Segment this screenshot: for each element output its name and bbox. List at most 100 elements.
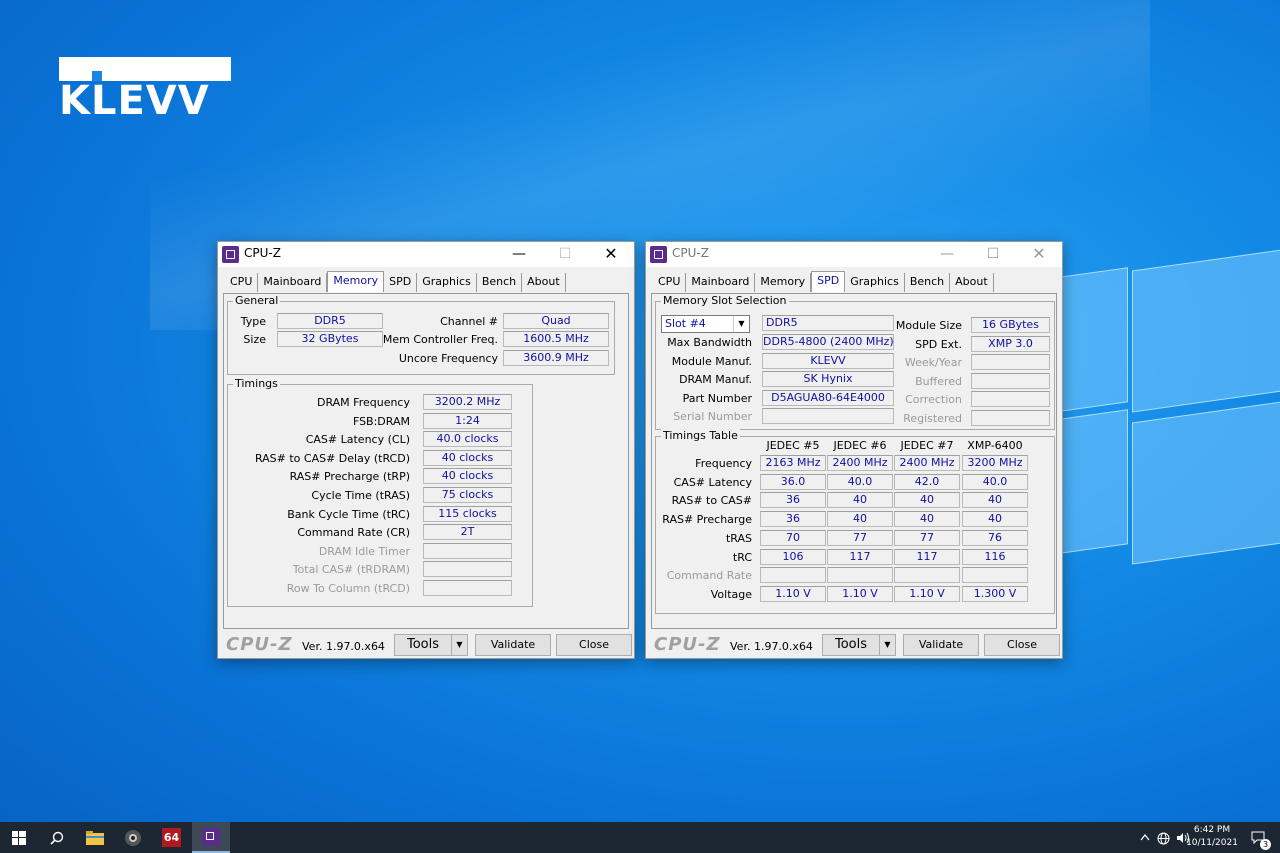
timings-cell: 70 — [760, 529, 826, 546]
channel-value: Quad — [503, 313, 609, 329]
dropdown-arrow-icon[interactable]: ▼ — [733, 316, 749, 332]
tools-button[interactable]: Tools ▼ — [822, 634, 896, 656]
uncore-label: Uncore Frequency — [398, 352, 498, 365]
minimize-button[interactable]: — — [496, 242, 542, 267]
cpuz-taskbar-button[interactable] — [192, 822, 230, 853]
timing-value: 40 clocks — [423, 468, 512, 485]
uncore-value: 3600.9 MHz — [503, 350, 609, 366]
timings-group: Timings DRAM Frequency 3200.2 MHz FSB:DRAM 1… — [227, 377, 533, 607]
spd-field-value: XMP 3.0 — [971, 335, 1050, 352]
timings-row-label: Frequency — [695, 457, 752, 470]
close-button[interactable]: Close — [556, 634, 632, 656]
timing-label: CAS# Latency (CL) — [305, 433, 410, 447]
action-center-button[interactable]: 3 — [1251, 822, 1271, 853]
timings-column-header: JEDEC #6 — [833, 439, 887, 452]
timings-cell: 1.10 V — [894, 585, 960, 602]
globe-icon — [1157, 832, 1170, 844]
timings-cell — [894, 567, 960, 584]
spd-field-label: Serial Number — [673, 410, 752, 424]
spd-field-label: Part Number — [682, 391, 752, 405]
timings-cell: 40 — [894, 492, 960, 509]
spd-field-label: Module Size — [895, 319, 962, 332]
close-window-button[interactable]: ✕ — [1016, 242, 1062, 267]
tab-mainboard[interactable]: Mainboard — [258, 273, 328, 292]
show-hidden-icons[interactable] — [1140, 822, 1150, 853]
app-button-camera[interactable] — [114, 822, 152, 853]
aida64-button[interactable]: 64 — [152, 822, 190, 853]
tools-button[interactable]: Tools ▼ — [394, 634, 468, 656]
windows-wallpaper-logo — [1060, 249, 1280, 565]
timings-cell: 2400 MHz — [827, 455, 893, 471]
title-bar: CPU-Z — ☐ ✕ — [646, 242, 1062, 267]
tab-graphics[interactable]: Graphics — [417, 273, 477, 292]
mc-freq-value: 1600.5 MHz — [503, 331, 609, 347]
type-value: DDR5 — [277, 313, 383, 329]
timings-label: Timings — [233, 377, 280, 390]
timings-row-label: tRAS — [725, 531, 752, 545]
timing-value: 3200.2 MHz — [423, 394, 512, 410]
maximize-button[interactable]: ☐ — [970, 242, 1016, 267]
taskbar-clock[interactable]: 6:42 PM 10/11/2021 — [1182, 824, 1242, 850]
slot-selector[interactable]: Slot #4 ▼ — [661, 315, 750, 333]
timings-cell: 117 — [894, 548, 960, 565]
timings-column-header: JEDEC #7 — [900, 439, 954, 452]
cpuz-app-icon — [222, 246, 239, 263]
timing-label: RAS# to CAS# Delay (tRCD) — [254, 451, 410, 465]
timings-cell: 40.0 — [962, 473, 1028, 490]
memory-slot-label: Memory Slot Selection — [661, 294, 789, 307]
timing-value: 2T — [423, 524, 512, 541]
timing-value: 75 clocks — [423, 487, 512, 503]
validate-button[interactable]: Validate — [903, 634, 979, 656]
start-button[interactable] — [0, 822, 38, 853]
minimize-button[interactable]: — — [924, 242, 970, 267]
cpuz-brand: CPU-Z — [226, 634, 293, 655]
timings-cell — [827, 567, 893, 584]
dropdown-arrow-icon[interactable]: ▼ — [451, 635, 467, 655]
tab-about[interactable]: About — [950, 273, 994, 292]
window-title: CPU-Z — [244, 246, 281, 260]
tab-memory[interactable]: Memory — [755, 273, 812, 292]
timing-label: DRAM Frequency — [316, 396, 410, 409]
network-tray[interactable] — [1157, 822, 1170, 853]
close-button[interactable]: Close — [984, 634, 1060, 656]
tab-about[interactable]: About — [522, 273, 566, 292]
maximize-button[interactable]: ☐ — [542, 242, 588, 267]
tab-graphics[interactable]: Graphics — [845, 273, 905, 292]
timings-cell: 2400 MHz — [894, 455, 960, 471]
timing-value — [423, 542, 512, 559]
tab-bench[interactable]: Bench — [477, 273, 523, 292]
timings-cell: 40 — [894, 511, 960, 528]
tab-spd[interactable]: SPD — [384, 273, 418, 292]
timings-cell: 77 — [827, 529, 893, 546]
timing-label: FSB:DRAM — [352, 414, 410, 428]
tools-label: Tools — [835, 637, 868, 652]
tab-bench[interactable]: Bench — [905, 273, 951, 292]
timings-cell: 1.10 V — [827, 585, 893, 602]
tab-cpu[interactable]: CPU — [225, 273, 259, 292]
spd-field-value — [971, 354, 1050, 371]
tab-mainboard[interactable]: Mainboard — [686, 273, 756, 292]
file-explorer-button[interactable] — [76, 822, 114, 853]
search-button[interactable] — [38, 822, 76, 853]
dropdown-arrow-icon[interactable]: ▼ — [879, 635, 895, 655]
spd-field-label: Correction — [905, 393, 962, 407]
type-label: Type — [240, 315, 266, 328]
tab-cpu[interactable]: CPU — [653, 273, 687, 292]
timings-cell: 1.300 V — [962, 585, 1028, 602]
timings-cell: 36 — [760, 511, 826, 528]
tab-memory[interactable]: Memory — [327, 271, 385, 292]
spd-field-label: Week/Year — [904, 356, 962, 370]
version-label: Ver. 1.97.0.x64 — [302, 640, 385, 653]
memory-slot-group: Memory Slot Selection Slot #4 ▼ DDR5 Max Ban… — [655, 294, 1055, 430]
validate-button[interactable]: Validate — [475, 634, 551, 656]
cpuz-memory-window: CPU-Z — ☐ ✕ CPU Mainboard Memory SPD Graphics Ben… — [217, 241, 635, 659]
spd-field-value — [971, 391, 1050, 408]
cpuz-app-icon — [650, 246, 667, 263]
chevron-up-icon — [1140, 834, 1150, 841]
close-window-button[interactable]: ✕ — [588, 242, 634, 267]
tab-spd[interactable]: SPD — [811, 271, 846, 292]
timings-row-label: Command Rate — [666, 569, 752, 583]
klevv-logo-text: KLEVV — [59, 78, 210, 124]
windows-icon — [12, 831, 26, 845]
spd-field-value: KLEVV — [762, 352, 894, 369]
